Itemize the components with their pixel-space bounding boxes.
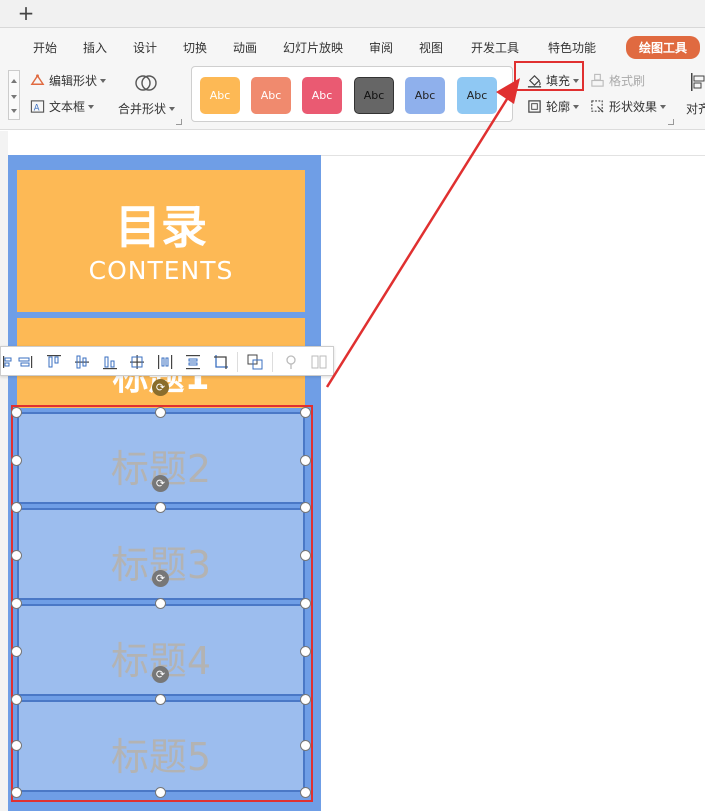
toc-subtitle: CONTENTS bbox=[88, 256, 234, 285]
ribbon-menu-bar: 开始 插入 设计 切换 动画 幻灯片放映 审阅 视图 开发工具 特色功能 绘图工… bbox=[0, 28, 705, 62]
format-painter-button[interactable]: 格式刷 bbox=[590, 72, 645, 89]
ungroup-icon[interactable] bbox=[310, 353, 328, 371]
svg-text:A: A bbox=[34, 102, 40, 112]
align-center-both-icon[interactable] bbox=[128, 353, 146, 371]
crop-icon[interactable] bbox=[212, 353, 230, 371]
resize-handle[interactable] bbox=[11, 694, 22, 705]
resize-handle[interactable] bbox=[300, 740, 311, 751]
slide-canvas[interactable] bbox=[321, 155, 705, 811]
resize-handle[interactable] bbox=[300, 407, 311, 418]
resize-handle[interactable] bbox=[300, 550, 311, 561]
menu-insert[interactable]: 插入 bbox=[83, 39, 107, 56]
style-swatch-6[interactable]: Abc bbox=[457, 77, 497, 114]
menu-animation[interactable]: 动画 bbox=[233, 39, 257, 56]
resize-handle[interactable] bbox=[155, 502, 166, 513]
resize-handle[interactable] bbox=[11, 550, 22, 561]
toc-header-box[interactable]: 目录 CONTENTS bbox=[17, 170, 305, 312]
resize-handle[interactable] bbox=[300, 455, 311, 466]
text-box-label: 文本框 bbox=[49, 100, 86, 114]
text-box-button[interactable]: A 文本框 bbox=[30, 98, 95, 115]
edit-shape-icon bbox=[30, 74, 45, 85]
workspace-background bbox=[0, 131, 8, 811]
group-icon[interactable] bbox=[246, 353, 264, 371]
merge-shape-button[interactable]: 合并形状 bbox=[118, 100, 176, 117]
ribbon-toolbar: 编辑形状 A 文本框 合并形状 Abc Abc Abc Abc Abc Abc … bbox=[0, 62, 705, 130]
pin-icon[interactable] bbox=[282, 353, 300, 371]
merge-shape-label: 合并形状 bbox=[118, 102, 167, 116]
menu-design[interactable]: 设计 bbox=[133, 39, 157, 56]
resize-handle[interactable] bbox=[155, 407, 166, 418]
style-swatch-3[interactable]: Abc bbox=[302, 77, 342, 114]
menu-review[interactable]: 审阅 bbox=[369, 39, 393, 56]
menu-home[interactable]: 开始 bbox=[33, 39, 57, 56]
distribute-horizontal-icon[interactable] bbox=[156, 353, 174, 371]
rotate-handle-icon[interactable]: ⟳ bbox=[152, 475, 169, 492]
resize-handle[interactable] bbox=[300, 787, 311, 798]
group-launcher-icon[interactable] bbox=[176, 119, 182, 125]
menu-slideshow[interactable]: 幻灯片放映 bbox=[283, 39, 343, 56]
fill-highlight-box bbox=[514, 61, 584, 91]
menu-transition[interactable]: 切换 bbox=[183, 39, 207, 56]
resize-handle[interactable] bbox=[155, 598, 166, 609]
resize-handle[interactable] bbox=[300, 502, 311, 513]
edit-shape-button[interactable]: 编辑形状 bbox=[30, 72, 107, 89]
toc-title: 目录 bbox=[115, 200, 207, 254]
menu-drawing-tools[interactable]: 绘图工具 bbox=[626, 36, 701, 59]
distribute-vertical-icon[interactable] bbox=[184, 353, 202, 371]
shape-style-gallery: Abc Abc Abc Abc Abc Abc bbox=[191, 66, 513, 122]
outline-label: 轮廓 bbox=[546, 100, 571, 114]
resize-handle[interactable] bbox=[11, 740, 22, 751]
ribbon-scroll-control[interactable] bbox=[8, 70, 20, 120]
resize-handle[interactable] bbox=[11, 598, 22, 609]
align-label: 对齐 bbox=[686, 102, 705, 116]
tab-strip: + bbox=[0, 0, 705, 28]
align-top-icon[interactable] bbox=[45, 353, 63, 371]
style-swatch-1[interactable]: Abc bbox=[200, 77, 240, 114]
resize-handle[interactable] bbox=[155, 787, 166, 798]
menu-view[interactable]: 视图 bbox=[419, 39, 443, 56]
resize-handle[interactable] bbox=[300, 598, 311, 609]
resize-handle[interactable] bbox=[300, 646, 311, 657]
align-bottom-icon[interactable] bbox=[101, 353, 119, 371]
text-box-icon: A bbox=[30, 100, 45, 113]
floating-align-toolbar bbox=[0, 346, 334, 376]
new-tab-button[interactable]: + bbox=[16, 2, 36, 24]
align-left-icon[interactable] bbox=[0, 353, 13, 371]
shape-effects-button[interactable]: 形状效果 bbox=[590, 98, 667, 115]
resize-handle[interactable] bbox=[11, 646, 22, 657]
shape-style-launcher-icon[interactable] bbox=[668, 119, 674, 125]
align-button[interactable]: 对齐 bbox=[686, 100, 705, 117]
format-painter-icon bbox=[591, 73, 604, 87]
align-middle-icon[interactable] bbox=[73, 353, 91, 371]
resize-handle[interactable] bbox=[11, 455, 22, 466]
menu-special-features[interactable]: 特色功能 bbox=[548, 39, 596, 56]
outline-button[interactable]: 轮廓 bbox=[527, 98, 580, 115]
rotate-handle-icon[interactable]: ⟳ bbox=[152, 379, 169, 396]
resize-handle[interactable] bbox=[11, 502, 22, 513]
style-swatch-5[interactable]: Abc bbox=[405, 77, 445, 114]
resize-handle[interactable] bbox=[300, 694, 311, 705]
resize-handle[interactable] bbox=[11, 407, 22, 418]
merge-shape-icon bbox=[135, 75, 157, 91]
outline-icon bbox=[528, 100, 541, 113]
format-painter-label: 格式刷 bbox=[609, 74, 646, 88]
align-icon bbox=[691, 73, 705, 91]
menu-developer[interactable]: 开发工具 bbox=[471, 39, 519, 56]
resize-handle[interactable] bbox=[155, 694, 166, 705]
rotate-handle-icon[interactable]: ⟳ bbox=[152, 570, 169, 587]
rotate-handle-icon[interactable]: ⟳ bbox=[152, 666, 169, 683]
shape-effects-icon bbox=[591, 100, 604, 113]
style-swatch-2[interactable]: Abc bbox=[251, 77, 291, 114]
align-center-icon[interactable] bbox=[17, 353, 35, 371]
style-swatch-4[interactable]: Abc bbox=[354, 77, 394, 114]
shape-effects-label: 形状效果 bbox=[609, 100, 658, 114]
edit-shape-label: 编辑形状 bbox=[49, 74, 98, 88]
resize-handle[interactable] bbox=[11, 787, 22, 798]
